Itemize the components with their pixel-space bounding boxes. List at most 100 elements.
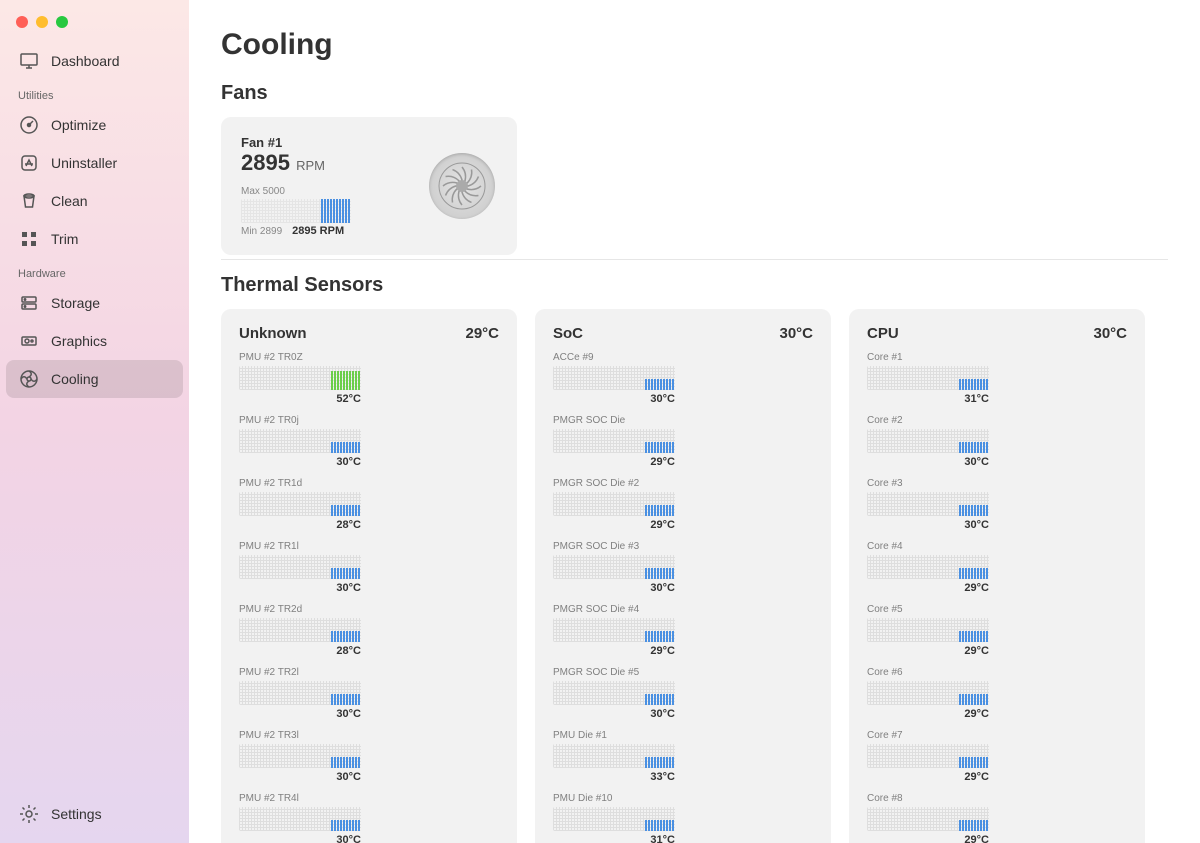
sensor-temp: 29°C xyxy=(867,645,989,657)
appstore-icon xyxy=(18,152,40,174)
sensor-chart xyxy=(239,366,361,390)
sensor-name: PMU Die #1 xyxy=(553,730,675,741)
sensor-chart xyxy=(239,492,361,516)
sensor-name: PMU #2 TR1l xyxy=(239,541,361,552)
sidebar-item-settings[interactable]: Settings xyxy=(6,795,183,833)
sensor-item: PMU #2 TR3l30°C xyxy=(239,730,361,783)
minimize-icon[interactable] xyxy=(36,16,48,28)
group-name: Unknown xyxy=(239,325,307,342)
sensor-chart xyxy=(553,429,675,453)
sensor-chart xyxy=(867,492,989,516)
sensor-item: PMU Die #1 33°C xyxy=(553,730,675,783)
sensor-chart xyxy=(553,744,675,768)
maximize-icon[interactable] xyxy=(56,16,68,28)
fan-name: Fan #1 xyxy=(241,135,497,150)
sensor-temp: 31°C xyxy=(867,393,989,405)
sensor-chart xyxy=(553,366,675,390)
sensor-chart xyxy=(867,555,989,579)
sensor-temp: 30°C xyxy=(239,834,361,843)
fan-card: Fan #1 2895 RPM Max 5000 Min 2899 2895 R… xyxy=(221,117,517,255)
sensor-item: PMGR SOC Die #229°C xyxy=(553,478,675,531)
sensor-temp: 30°C xyxy=(553,393,675,405)
sensor-item: PMU #2 TR1d28°C xyxy=(239,478,361,531)
sensor-name: Core #4 xyxy=(867,541,989,552)
bucket-icon xyxy=(18,190,40,212)
sensor-name: PMU #2 TR2d xyxy=(239,604,361,615)
sidebar-item-label: Dashboard xyxy=(51,53,120,69)
sensor-temp: 29°C xyxy=(553,456,675,468)
sensor-name: Core #2 xyxy=(867,415,989,426)
sensor-temp: 28°C xyxy=(239,519,361,531)
sidebar-item-label: Cooling xyxy=(51,371,98,387)
sensor-name: PMU #2 TR0Z xyxy=(239,352,361,363)
sensor-item: PMU #2 TR4l30°C xyxy=(239,793,361,843)
sensor-item: PMGR SOC Die #429°C xyxy=(553,604,675,657)
sidebar: Dashboard Utilities Optimize Uninstaller… xyxy=(0,0,189,843)
sidebar-item-label: Optimize xyxy=(51,117,106,133)
sensor-group-soc: SoC 30°C ACCe #930°CPMGR SOC Die29°CPMGR… xyxy=(535,309,831,843)
sensor-name: ACCe #9 xyxy=(553,352,675,363)
sensor-temp: 30°C xyxy=(553,708,675,720)
sensor-chart xyxy=(553,492,675,516)
sensor-name: PMU #2 TR0j xyxy=(239,415,361,426)
sensor-temp: 52°C xyxy=(239,393,361,405)
sensor-item: PMU #2 TR1l 30°C xyxy=(239,541,361,594)
sensor-item: PMGR SOC Die 29°C xyxy=(553,415,675,468)
sensor-item: PMU #2 TR2l30°C xyxy=(239,667,361,720)
page-title: Cooling xyxy=(221,28,1168,62)
sensor-name: PMGR SOC Die xyxy=(553,415,675,426)
sidebar-item-uninstaller[interactable]: Uninstaller xyxy=(6,144,183,182)
sensor-chart xyxy=(553,555,675,579)
sidebar-item-label: Clean xyxy=(51,193,88,209)
sidebar-item-label: Trim xyxy=(51,231,78,247)
sensor-chart xyxy=(239,681,361,705)
sensor-temp: 29°C xyxy=(553,645,675,657)
sensor-temp: 29°C xyxy=(867,708,989,720)
grid-icon xyxy=(18,228,40,250)
sensor-temp: 30°C xyxy=(239,708,361,720)
sensor-chart xyxy=(239,429,361,453)
sensor-name: Core #7 xyxy=(867,730,989,741)
group-temp: 29°C xyxy=(465,325,499,342)
sensor-temp: 30°C xyxy=(239,582,361,594)
fan-icon xyxy=(18,368,40,390)
sensor-chart xyxy=(867,681,989,705)
sensor-name: Core #3 xyxy=(867,478,989,489)
sensor-item: Core #429°C xyxy=(867,541,989,594)
sensor-chart xyxy=(553,618,675,642)
sidebar-item-clean[interactable]: Clean xyxy=(6,182,183,220)
gear-icon xyxy=(18,803,40,825)
sensor-temp: 28°C xyxy=(239,645,361,657)
sidebar-item-optimize[interactable]: Optimize xyxy=(6,106,183,144)
fan-current: 2895 RPM xyxy=(292,225,344,237)
fan-rpm-value: 2895 xyxy=(241,150,290,175)
sensor-chart xyxy=(239,618,361,642)
sidebar-item-cooling[interactable]: Cooling xyxy=(6,360,183,398)
sensor-name: Core #1 xyxy=(867,352,989,363)
close-icon[interactable] xyxy=(16,16,28,28)
group-temp: 30°C xyxy=(1093,325,1127,342)
sidebar-item-storage[interactable]: Storage xyxy=(6,284,183,322)
group-name: SoC xyxy=(553,325,583,342)
sidebar-item-trim[interactable]: Trim xyxy=(6,220,183,258)
sensor-temp: 30°C xyxy=(867,456,989,468)
sensor-name: Core #8 xyxy=(867,793,989,804)
fan-chart xyxy=(241,199,351,223)
sensor-chart xyxy=(239,807,361,831)
sensor-name: PMGR SOC Die #5 xyxy=(553,667,675,678)
sensor-item: Core #629°C xyxy=(867,667,989,720)
sidebar-item-dashboard[interactable]: Dashboard xyxy=(6,42,183,80)
sensor-item: Core #3 30°C xyxy=(867,478,989,531)
sensor-temp: 30°C xyxy=(239,771,361,783)
sidebar-item-label: Storage xyxy=(51,295,100,311)
sidebar-section-utilities: Utilities xyxy=(6,80,183,106)
sensor-temp: 33°C xyxy=(553,771,675,783)
sensor-temp: 30°C xyxy=(239,456,361,468)
sidebar-item-graphics[interactable]: Graphics xyxy=(6,322,183,360)
sensor-group-cpu: CPU 30°C Core #131°CCore #230°CCore #330… xyxy=(849,309,1145,843)
sensor-name: Core #5 xyxy=(867,604,989,615)
sensor-temp: 30°C xyxy=(867,519,989,531)
sensor-chart xyxy=(553,681,675,705)
sidebar-item-label: Uninstaller xyxy=(51,155,117,171)
main-content: Cooling Fans Fan #1 2895 RPM Max 5000 Mi… xyxy=(189,0,1200,843)
